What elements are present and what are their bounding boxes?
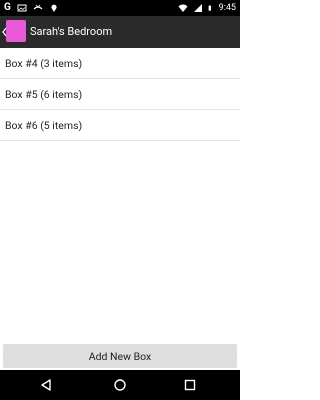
wifi-icon <box>178 4 188 12</box>
box-list-item[interactable]: Box #6 (5 items) <box>0 110 240 141</box>
status-left-icons: G <box>4 2 59 14</box>
box-label: Box #5 (6 items) <box>5 87 83 101</box>
box-label: Box #4 (3 items) <box>5 56 83 70</box>
box-list: Box #4 (3 items) Box #5 (6 items) Box #6… <box>0 48 240 141</box>
app-bar: Sarah's Bedroom <box>0 16 240 48</box>
signal-icon <box>193 4 202 12</box>
battery-icon <box>208 5 211 11</box>
status-right-icons: 9:45 <box>178 2 236 14</box>
status-bar: G 9:45 <box>0 0 240 16</box>
app-logo[interactable] <box>6 20 26 42</box>
missed-call-icon <box>33 4 43 10</box>
status-time: 9:45 <box>218 3 236 13</box>
home-icon[interactable] <box>113 378 127 392</box>
image-icon <box>17 4 27 12</box>
page-title: Sarah's Bedroom <box>30 25 113 38</box>
back-icon[interactable] <box>39 378 53 392</box>
google-icon: G <box>4 2 11 13</box>
box-list-item[interactable]: Box #5 (6 items) <box>0 79 240 110</box>
add-new-box-button[interactable]: Add New Box <box>3 344 237 368</box>
location-pin-icon <box>51 4 57 12</box>
recents-icon[interactable] <box>183 378 197 392</box>
navigation-bar <box>0 370 240 400</box>
box-label: Box #6 (5 items) <box>5 118 83 132</box>
box-list-item[interactable]: Box #4 (3 items) <box>0 48 240 79</box>
